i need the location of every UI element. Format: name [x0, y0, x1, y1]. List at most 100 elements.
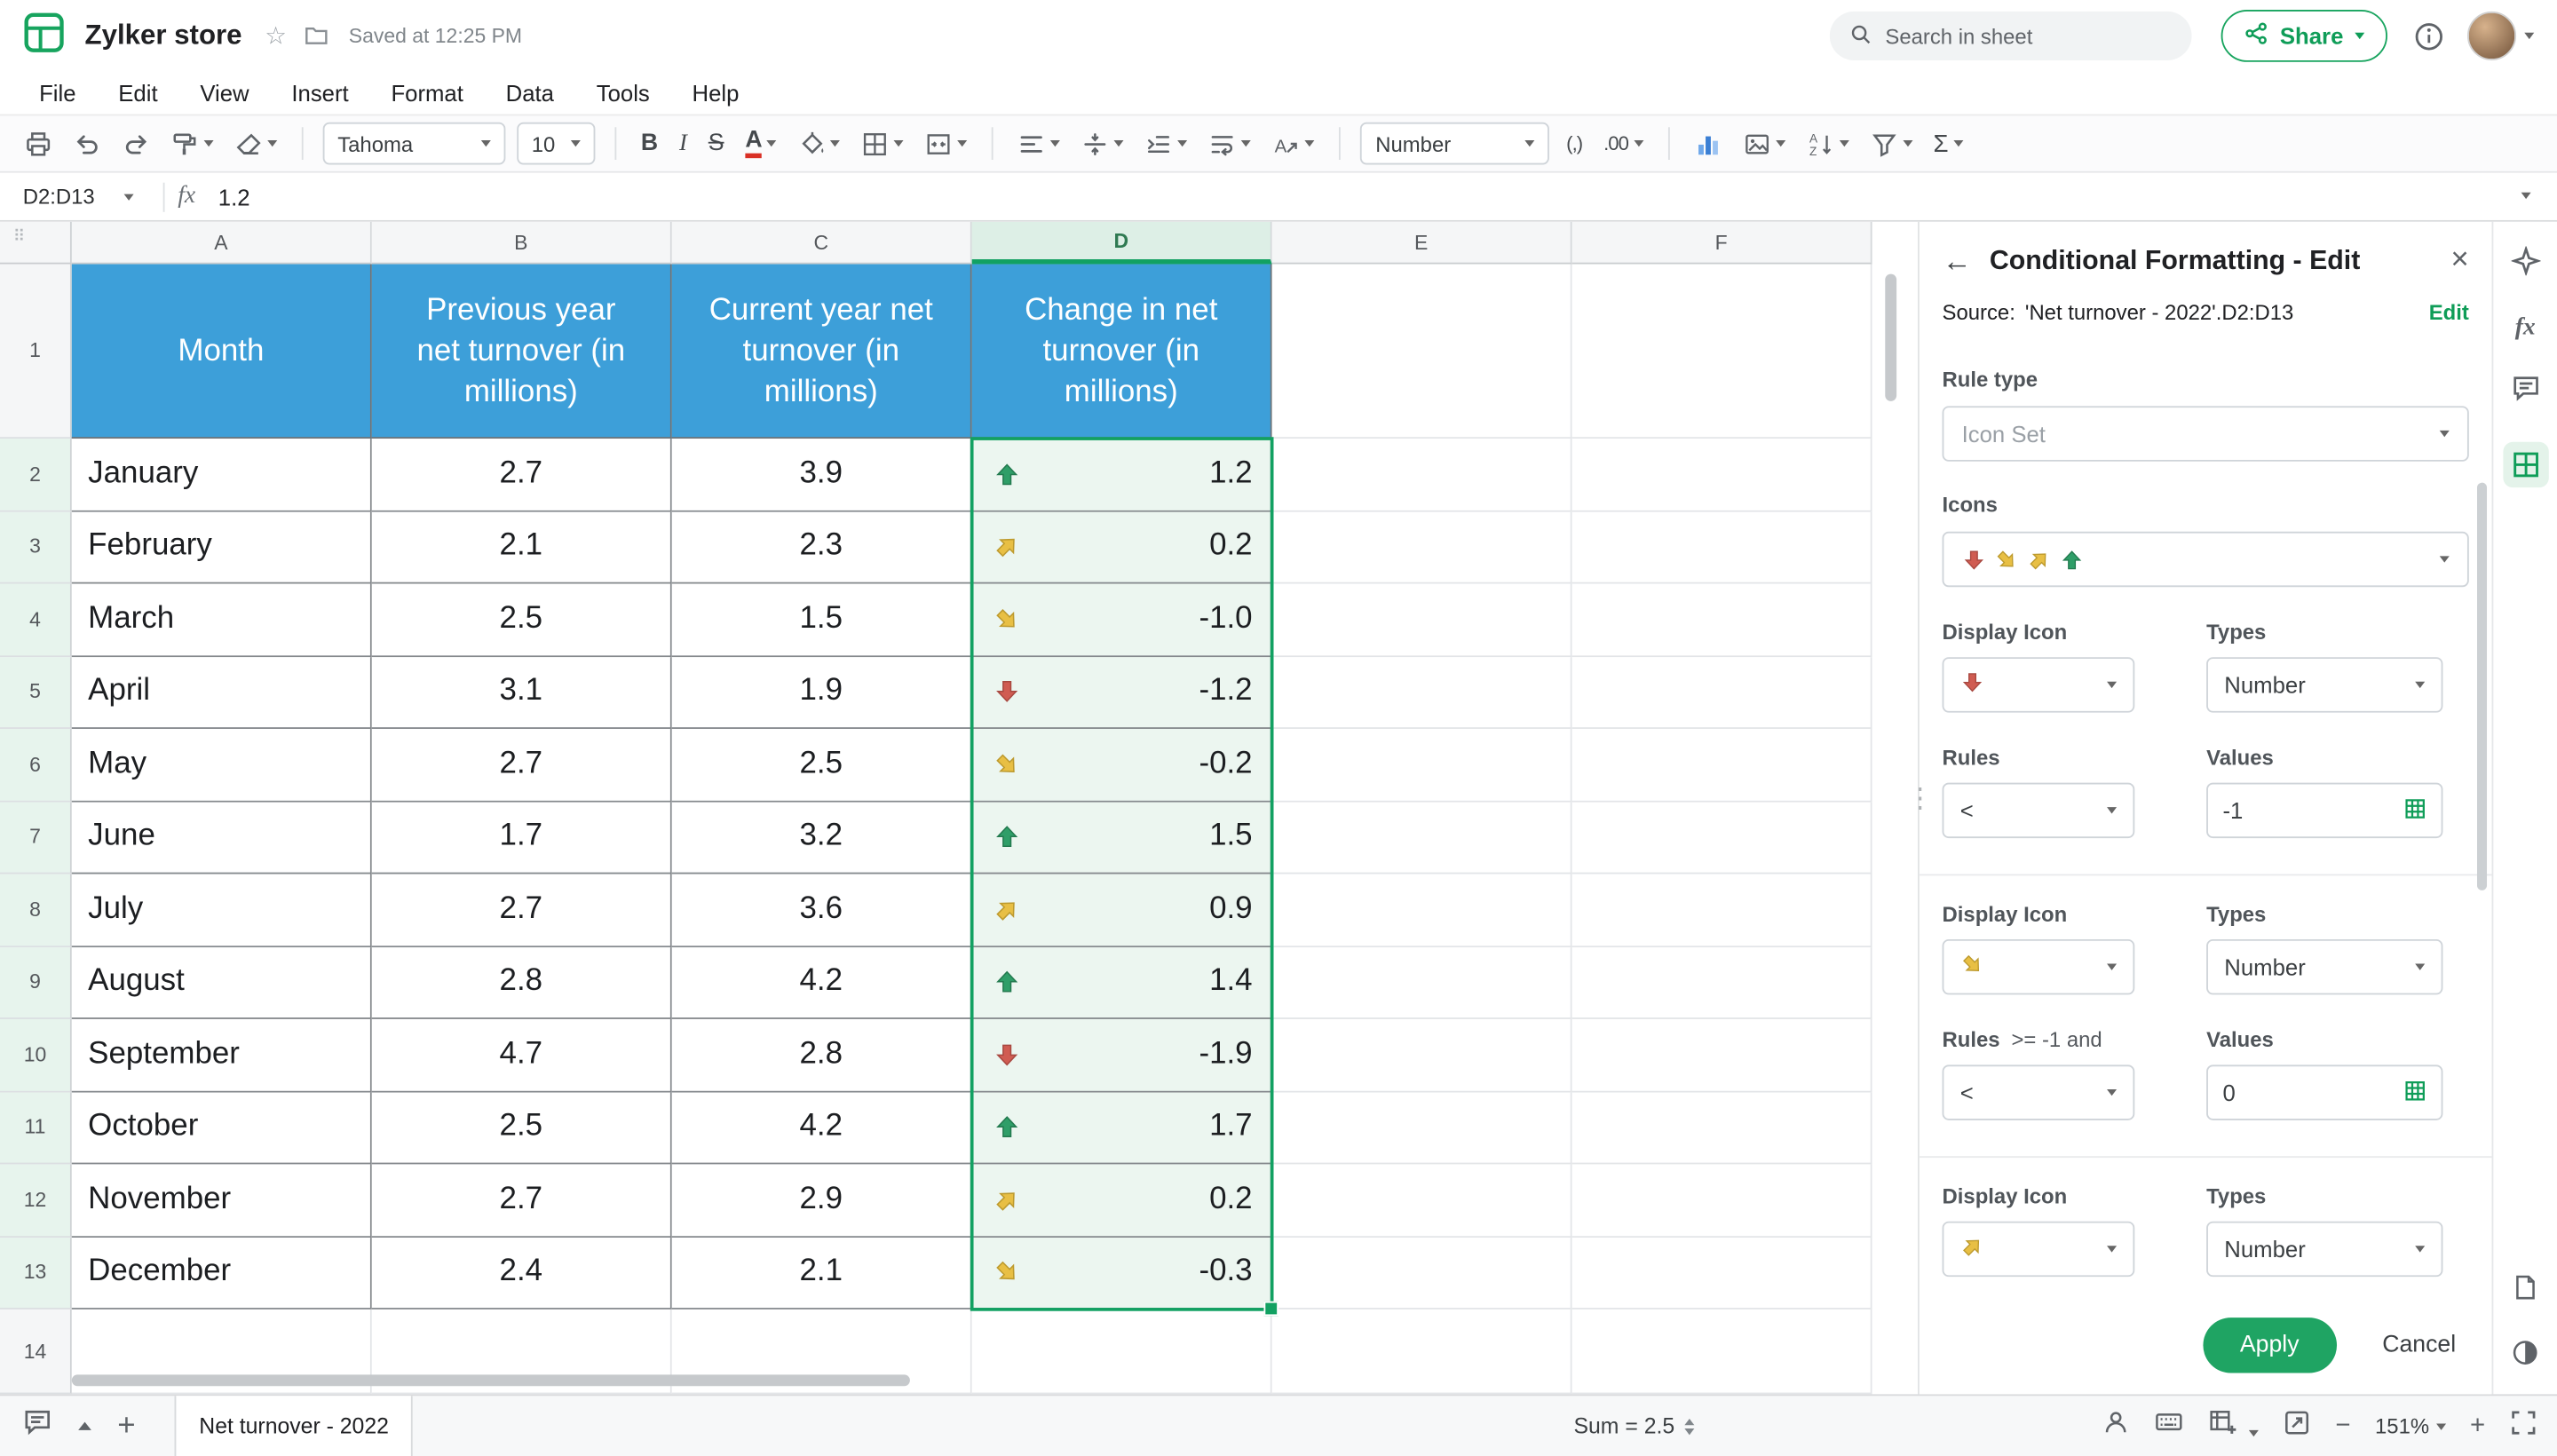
cell-A5[interactable]: April — [72, 656, 372, 729]
user-avatar[interactable] — [2467, 12, 2516, 60]
panel-scrollbar[interactable] — [2477, 483, 2487, 890]
cell-E11[interactable] — [1272, 1092, 1572, 1165]
new-view-icon[interactable] — [2207, 1407, 2259, 1444]
number-format-select[interactable]: Number — [1361, 123, 1550, 165]
operator-select-2[interactable]: < — [1943, 1064, 2135, 1120]
cell-A11[interactable]: October — [72, 1092, 372, 1165]
sheet-list-icon[interactable] — [78, 1422, 91, 1430]
cell-F12[interactable] — [1572, 1164, 1872, 1237]
navigator-icon[interactable] — [2284, 1408, 2311, 1444]
row-header-10[interactable]: 10 — [0, 1019, 72, 1092]
horizontal-scrollbar[interactable] — [72, 1374, 910, 1386]
conditional-format-panel-icon[interactable] — [2502, 442, 2547, 487]
menu-edit[interactable]: Edit — [118, 80, 157, 106]
row-header-14[interactable]: 14 — [0, 1310, 72, 1395]
cell-A2[interactable]: January — [72, 439, 372, 511]
cell-D13[interactable]: -0.3 — [972, 1237, 1272, 1310]
cell-C12[interactable]: 2.9 — [672, 1164, 972, 1237]
insert-image-button[interactable] — [1738, 123, 1790, 165]
value-input-1[interactable]: -1 — [2206, 783, 2442, 838]
column-header-E[interactable]: E — [1272, 222, 1572, 265]
rule-type-select[interactable]: Icon Set — [1943, 406, 2469, 461]
cell-D8[interactable]: 0.9 — [972, 874, 1272, 946]
cell-C10[interactable]: 2.8 — [672, 1019, 972, 1092]
display-icon-select-2[interactable] — [1943, 939, 2135, 994]
cell-F3[interactable] — [1572, 511, 1872, 584]
cell-E6[interactable] — [1272, 729, 1572, 802]
column-header-B[interactable]: B — [372, 222, 672, 265]
row-header-2[interactable]: 2 — [0, 439, 72, 511]
cell-D2[interactable]: 1.2 — [972, 439, 1272, 511]
cell-A1[interactable]: Month — [72, 265, 372, 439]
types-select-1[interactable]: Number — [2206, 657, 2442, 712]
cell-D5[interactable]: -1.2 — [972, 656, 1272, 729]
cell-D14[interactable] — [972, 1310, 1272, 1395]
cell-F6[interactable] — [1572, 729, 1872, 802]
fill-color-button[interactable] — [794, 123, 846, 165]
edit-source-link[interactable]: Edit — [2429, 300, 2469, 325]
cell-C6[interactable]: 2.5 — [672, 729, 972, 802]
cell-E2[interactable] — [1272, 439, 1572, 511]
font-family-select[interactable]: Tahoma — [323, 123, 506, 165]
vertical-scrollbar[interactable] — [1885, 274, 1896, 401]
format-painter-button[interactable] — [166, 123, 218, 165]
row-header-9[interactable]: 9 — [0, 946, 72, 1019]
decimal-places-button[interactable]: .00 — [1599, 123, 1648, 165]
zoom-in-button[interactable]: + — [2470, 1412, 2485, 1441]
row-header-11[interactable]: 11 — [0, 1092, 72, 1165]
display-icon-select-1[interactable] — [1943, 657, 2135, 712]
keyboard-shortcuts-icon[interactable] — [2154, 1407, 2183, 1444]
borders-button[interactable] — [857, 123, 909, 165]
menu-insert[interactable]: Insert — [291, 80, 348, 106]
cell-F13[interactable] — [1572, 1237, 1872, 1310]
cell-E13[interactable] — [1272, 1237, 1572, 1310]
column-header-D[interactable]: D — [972, 222, 1272, 265]
account-chevron-icon[interactable] — [2524, 33, 2534, 39]
cell-B7[interactable]: 1.7 — [372, 802, 672, 874]
cell-F5[interactable] — [1572, 656, 1872, 729]
font-size-select[interactable]: 10 — [517, 123, 595, 165]
cell-B10[interactable]: 4.7 — [372, 1019, 672, 1092]
cell-D7[interactable]: 1.5 — [972, 802, 1272, 874]
cell-D10[interactable]: -1.9 — [972, 1019, 1272, 1092]
column-header-F[interactable]: F — [1572, 222, 1872, 265]
cell-B4[interactable]: 2.5 — [372, 584, 672, 657]
types-select-3[interactable]: Number — [2206, 1222, 2442, 1277]
formula-input[interactable]: 1.2 — [218, 184, 250, 210]
menu-view[interactable]: View — [200, 80, 249, 106]
insert-chart-button[interactable] — [1689, 123, 1726, 165]
cell-F8[interactable] — [1572, 874, 1872, 946]
close-icon[interactable]: × — [2450, 243, 2468, 279]
menu-tools[interactable]: Tools — [597, 80, 650, 106]
text-rotation-button[interactable]: A — [1268, 123, 1320, 165]
range-select-icon[interactable] — [2403, 1079, 2426, 1106]
spreadsheet-grid[interactable]: ⠿ ABCDEF 1 Month Previous year net turno… — [0, 222, 1918, 1395]
cell-E9[interactable] — [1272, 946, 1572, 1019]
cell-B6[interactable]: 2.7 — [372, 729, 672, 802]
info-icon[interactable] — [2413, 20, 2444, 51]
document-info-icon[interactable] — [2512, 1273, 2539, 1309]
filter-button[interactable] — [1864, 123, 1917, 165]
cell-E3[interactable] — [1272, 511, 1572, 584]
row-header-3[interactable]: 3 — [0, 511, 72, 584]
cell-E5[interactable] — [1272, 656, 1572, 729]
row-header-1[interactable]: 1 — [0, 265, 72, 439]
row-header-13[interactable]: 13 — [0, 1237, 72, 1310]
cell-F1[interactable] — [1572, 265, 1872, 439]
cell-B1[interactable]: Previous year net turnover (in millions) — [372, 265, 672, 439]
cell-F11[interactable] — [1572, 1092, 1872, 1165]
clear-format-button[interactable] — [230, 123, 282, 165]
cell-F10[interactable] — [1572, 1019, 1872, 1092]
menu-file[interactable]: File — [39, 80, 75, 106]
cell-F7[interactable] — [1572, 802, 1872, 874]
cell-E1[interactable] — [1272, 265, 1572, 439]
cell-E10[interactable] — [1272, 1019, 1572, 1092]
row-header-12[interactable]: 12 — [0, 1164, 72, 1237]
cell-C1[interactable]: Current year net turnover (in millions) — [672, 265, 972, 439]
icon-set-select[interactable] — [1943, 532, 2469, 587]
folder-icon[interactable] — [303, 23, 329, 49]
apply-button[interactable]: Apply — [2203, 1318, 2337, 1373]
cell-D12[interactable]: 0.2 — [972, 1164, 1272, 1237]
cell-F14[interactable] — [1572, 1310, 1872, 1395]
zoom-level-select[interactable]: 151% — [2375, 1413, 2445, 1438]
